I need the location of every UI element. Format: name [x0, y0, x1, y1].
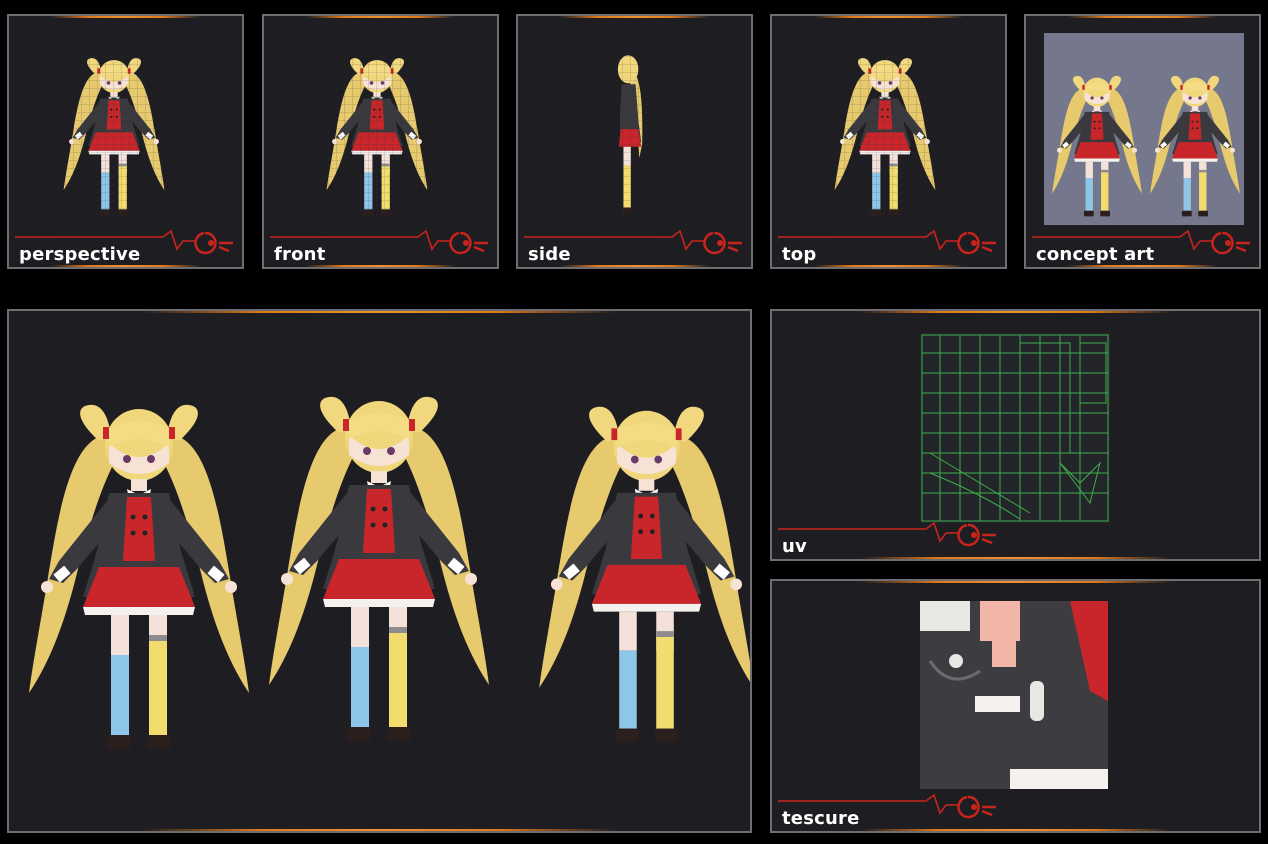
- view-label-uv: uv: [782, 536, 807, 557]
- character-turnaround-render: [29, 396, 750, 749]
- character-back-view: [29, 404, 249, 749]
- panel-top[interactable]: top: [770, 14, 1007, 269]
- character-three-quarter-view: [539, 406, 750, 743]
- texture-atlas-map: [920, 601, 1108, 789]
- panel-side[interactable]: side: [516, 14, 753, 269]
- corner-logo-icon: [776, 519, 1006, 549]
- view-label-front: front: [274, 244, 326, 265]
- view-label-texture: tescure: [782, 808, 860, 829]
- panel-texture[interactable]: tescure: [770, 579, 1261, 833]
- view-label-top: top: [782, 244, 817, 265]
- panel-turnaround[interactable]: [7, 309, 752, 833]
- view-label-concept-art: concept art: [1036, 244, 1155, 265]
- uv-layout-map: [920, 333, 1110, 523]
- panel-concept-art[interactable]: concept art: [1024, 14, 1261, 269]
- view-label-side: side: [528, 244, 571, 265]
- character-front-render: [269, 396, 489, 741]
- view-label-perspective: perspective: [19, 244, 141, 265]
- panel-front[interactable]: front: [262, 14, 499, 269]
- panel-uv[interactable]: uv: [770, 309, 1261, 561]
- panel-perspective[interactable]: perspective: [7, 14, 244, 269]
